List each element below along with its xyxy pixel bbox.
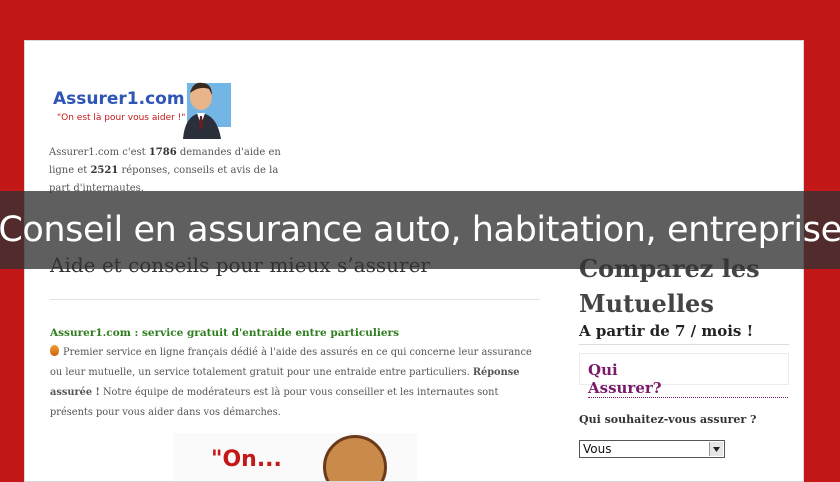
demandes-count: 1786 [148, 147, 177, 158]
chevron-down-icon[interactable] [709, 442, 723, 456]
reponses-count: 2521 [90, 165, 119, 176]
service-description: Premier service en ligne français dédié … [50, 345, 532, 418]
title-overlay-banner: Conseil en assurance auto, habitation, e… [0, 191, 840, 269]
qui-assurer-link[interactable]: Qui Assurer? [588, 361, 788, 398]
sidebar-divider [579, 344, 789, 345]
assure-question-label: Qui souhaitez-vous assurer ? [579, 413, 757, 426]
medal-icon [50, 345, 59, 356]
assure-select-value: Vous [583, 442, 612, 456]
site-logo[interactable]: Assurer1.com "On est là pour vous aider … [51, 75, 231, 139]
divider [50, 299, 540, 300]
promo-image: "On... [173, 433, 417, 481]
service-link[interactable]: Assurer1.com : service gratuit d'entraid… [50, 327, 399, 339]
assure-select[interactable]: Vous [579, 440, 725, 458]
overlay-title: Conseil en assurance auto, habitation, e… [0, 210, 840, 250]
intro-site: Assurer1.com [49, 147, 120, 158]
mascot-figure-icon [183, 82, 231, 139]
cartoon-face-icon [323, 435, 387, 481]
logo-title: Assurer1.com [53, 89, 185, 109]
logo-tagline: "On est là pour vous aider !" [57, 113, 186, 123]
qui-assurer-box: Qui Assurer? [579, 353, 789, 398]
sidebar-subheading: A partir de 7 / mois ! [579, 322, 754, 340]
intro-text: Assurer1.com c'est 1786 demandes d'aide … [49, 147, 281, 194]
